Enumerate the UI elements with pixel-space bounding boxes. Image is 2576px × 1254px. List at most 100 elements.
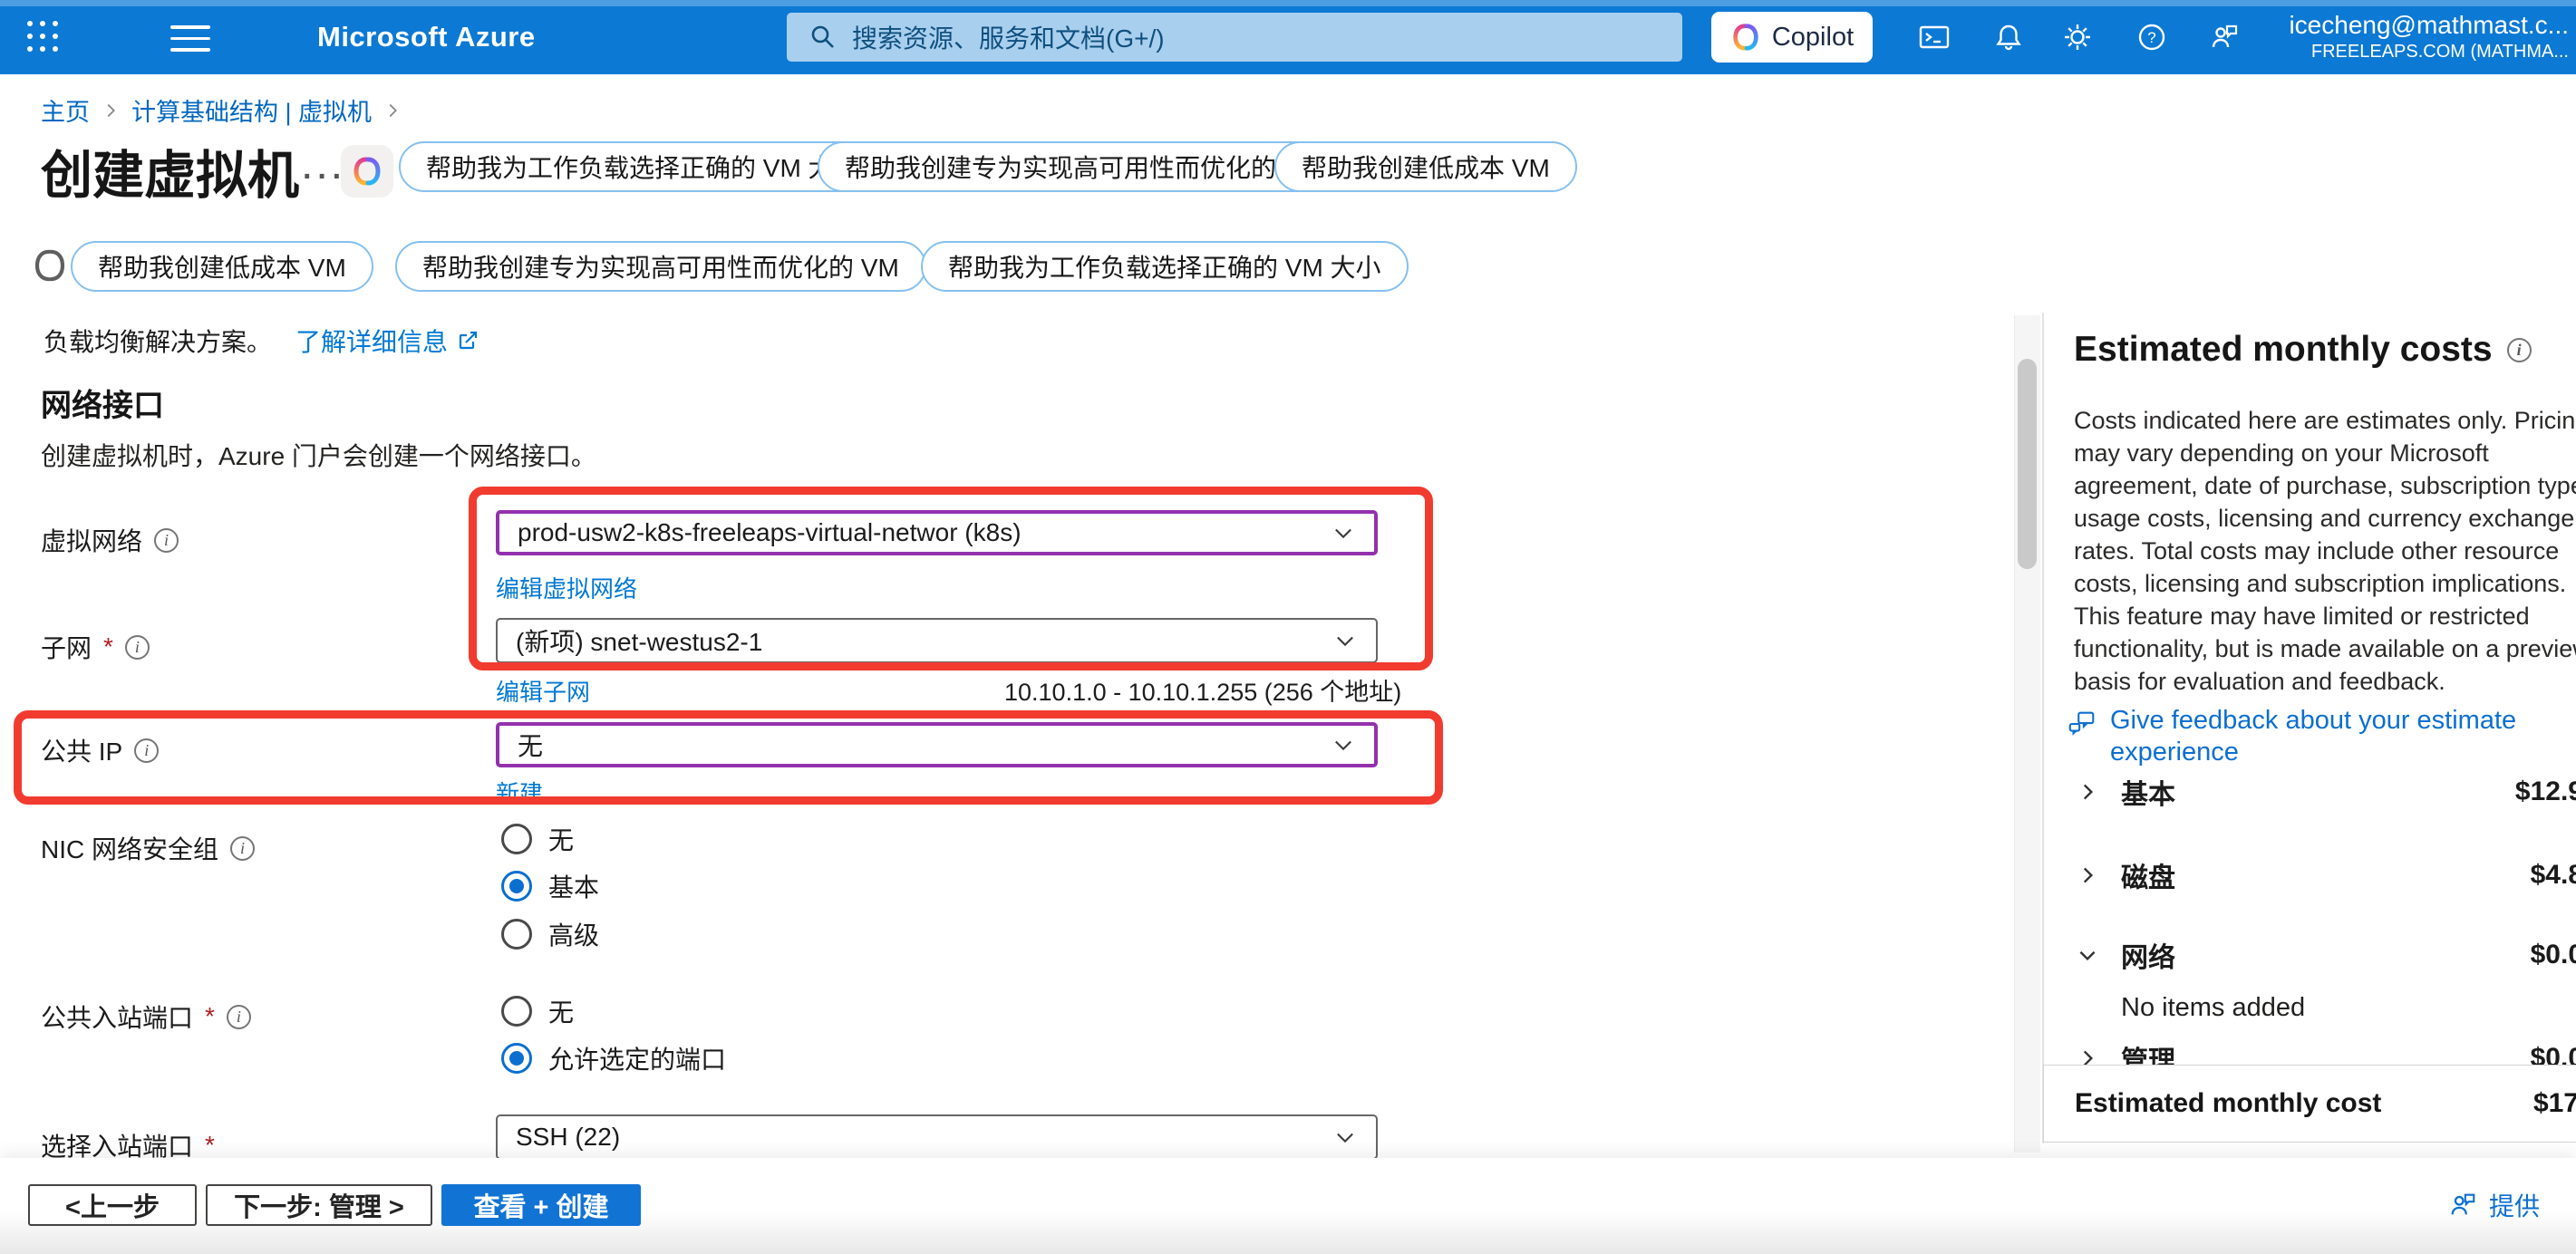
copilot-suggestion-pill[interactable]: 帮助我创建低成本 VM [71, 241, 373, 292]
svg-text:?: ? [2147, 29, 2155, 46]
public-inbound-ports-label: 公共入站端口 * [41, 998, 251, 1035]
settings-gear-icon[interactable] [2061, 21, 2094, 53]
copilot-outline-icon [31, 246, 69, 285]
copilot-suggestion-pill[interactable]: 帮助我创建专为实现高可用性而优化的 VM [395, 241, 926, 292]
public-ip-dropdown[interactable]: 无 [496, 722, 1378, 767]
copilot-button[interactable]: Copilot [1711, 12, 1873, 63]
chevron-right-icon [101, 101, 121, 121]
breadcrumb: 主页 计算基础结构 | 虚拟机 [41, 92, 402, 128]
cost-item-amount: $12.9 [2515, 777, 2576, 807]
chevron-right-icon [383, 101, 402, 121]
chevron-right-icon[interactable] [2076, 780, 2099, 804]
intro-text: 负载均衡解决方案。 [44, 323, 272, 359]
radio-unselected-icon[interactable] [501, 996, 532, 1027]
feedback-person-icon[interactable] [2208, 21, 2241, 53]
info-icon[interactable] [154, 528, 179, 553]
chevron-down-icon [1331, 732, 1356, 757]
label-text: 公共 IP [41, 732, 122, 768]
copilot-logo-icon [351, 155, 383, 188]
subnet-label: 子网 * [41, 629, 150, 665]
radio-label: 无 [548, 821, 574, 857]
estimate-feedback-label: Give feedback about your estimate experi… [2110, 705, 2520, 768]
info-icon[interactable] [125, 635, 150, 660]
scrollbar-thumb[interactable] [2018, 359, 2037, 569]
cost-row-network[interactable]: 网络 $0.0 [2076, 935, 2576, 975]
virtual-network-label: 虚拟网络 [41, 522, 179, 558]
nsg-option-advanced[interactable]: 高级 [501, 916, 599, 952]
radio-label: 无 [548, 993, 574, 1029]
copilot-button-label: Copilot [1772, 23, 1854, 53]
copilot-suggestion-pill[interactable]: 帮助我为工作负载选择正确的 VM 大小 [399, 141, 886, 192]
panel-divider [2042, 313, 2044, 1143]
review-create-button[interactable]: 查看 + 创建 [441, 1184, 641, 1226]
inbound-option-allow-selected[interactable]: 允许选定的端口 [501, 1040, 726, 1076]
next-step-button[interactable]: 下一步: 管理 > [206, 1184, 432, 1226]
create-new-public-ip-link[interactable]: 新建 [496, 776, 543, 809]
radio-label: 基本 [548, 868, 599, 904]
copilot-chip-button[interactable] [341, 145, 393, 198]
subnet-dropdown[interactable]: (新项) snet-westus2-1 [496, 618, 1378, 663]
select-inbound-ports-value: SSH (22) [516, 1123, 620, 1152]
inbound-option-none[interactable]: 无 [501, 993, 574, 1029]
chevron-right-icon[interactable] [2076, 863, 2099, 887]
edit-virtual-network-link[interactable]: 编辑虚拟网络 [496, 571, 637, 604]
edit-subnet-link[interactable]: 编辑子网 [496, 674, 590, 708]
nsg-option-basic[interactable]: 基本 [501, 868, 599, 904]
hamburger-menu-icon[interactable] [170, 25, 210, 60]
radio-unselected-icon[interactable] [501, 824, 532, 854]
cloud-shell-icon[interactable] [1918, 21, 1951, 53]
chevron-down-icon [1332, 1124, 1358, 1150]
info-icon[interactable] [134, 738, 159, 763]
cost-item-name: 网络 [2121, 935, 2175, 975]
help-icon[interactable]: ? [2135, 21, 2168, 53]
public-ip-value: 无 [518, 727, 543, 763]
feedback-person-icon [2447, 1190, 2478, 1220]
copilot-suggestion-pill[interactable]: 帮助我为工作负载选择正确的 VM 大小 [921, 241, 1409, 292]
cost-row-basic[interactable]: 基本 $12.9 [2076, 772, 2576, 812]
chevron-down-icon[interactable] [2076, 943, 2099, 967]
subnet-address-range: 10.10.1.0 - 10.10.1.255 (256 个地址) [1004, 672, 1401, 708]
previous-step-button[interactable]: <上一步 [28, 1184, 197, 1226]
topbar-highlight-strip [0, 0, 2576, 6]
waffle-icon[interactable] [27, 21, 58, 52]
info-icon[interactable] [230, 836, 255, 861]
learn-more-link[interactable]: 了解详细信息 [295, 323, 479, 359]
brand-title: Microsoft Azure [317, 21, 536, 53]
virtual-network-dropdown[interactable]: prod-usw2-k8s-freeleaps-virtual-networ (… [496, 510, 1378, 555]
cost-row-disk[interactable]: 磁盘 $4.8 [2076, 855, 2576, 895]
footer-bar: <上一步 下一步: 管理 > 查看 + 创建 提供 [0, 1158, 2576, 1254]
radio-unselected-icon[interactable] [501, 919, 532, 950]
top-bar: Microsoft Azure 搜索资源、服务和文档(G+/) Copilot … [0, 0, 2576, 74]
account-menu[interactable]: icecheng@mathmast.c... FREELEAPS.COM (MA… [2289, 10, 2569, 63]
info-icon[interactable] [227, 1005, 251, 1029]
breadcrumb-home[interactable]: 主页 [41, 92, 90, 128]
nic-nsg-label: NIC 网络安全组 [41, 830, 255, 866]
cost-disclaimer: Costs indicated here are estimates only.… [2074, 404, 2576, 698]
section-description: 创建虚拟机时，Azure 门户会创建一个网络接口。 [41, 437, 596, 473]
estimated-monthly-cost-total: Estimated monthly cost $17 [2043, 1065, 2576, 1143]
provide-feedback-link[interactable]: 提供 [2447, 1187, 2540, 1223]
copilot-suggestion-pill[interactable]: 帮助我创建低成本 VM [1274, 141, 1577, 192]
copilot-suggestion-pill[interactable]: 帮助我创建专为实现高可用性而优化的 VM [818, 141, 1349, 192]
cost-item-name: 基本 [2121, 772, 2175, 812]
notifications-bell-icon[interactable] [1992, 21, 2025, 53]
nsg-option-none[interactable]: 无 [501, 821, 574, 857]
radio-selected-icon[interactable] [501, 871, 532, 902]
radio-selected-icon[interactable] [501, 1043, 532, 1074]
required-asterisk: * [205, 1002, 215, 1031]
total-label: Estimated monthly cost [2075, 1088, 2381, 1119]
cost-panel-title-text: Estimated monthly costs [2074, 330, 2493, 370]
estimate-feedback-link[interactable]: Give feedback about your estimate experi… [2067, 705, 2520, 768]
info-icon[interactable] [2507, 338, 2532, 362]
learn-more-label: 了解详细信息 [295, 323, 448, 359]
breadcrumb-parent[interactable]: 计算基础结构 | 虚拟机 [131, 92, 372, 128]
cost-panel-title: Estimated monthly costs [2074, 330, 2532, 370]
account-tenant: FREELEAPS.COM (MATHMA... [2289, 41, 2569, 63]
select-inbound-ports-dropdown[interactable]: SSH (22) [496, 1114, 1378, 1160]
section-heading-network-interface: 网络接口 [41, 381, 164, 425]
subnet-value: (新项) snet-westus2-1 [516, 622, 762, 659]
search-placeholder: 搜索资源、服务和文档(G+/) [852, 19, 1165, 55]
search-input[interactable]: 搜索资源、服务和文档(G+/) [787, 13, 1682, 62]
intro-line: 负载均衡解决方案。 了解详细信息 [44, 323, 479, 359]
account-email: icecheng@mathmast.c... [2289, 10, 2569, 41]
